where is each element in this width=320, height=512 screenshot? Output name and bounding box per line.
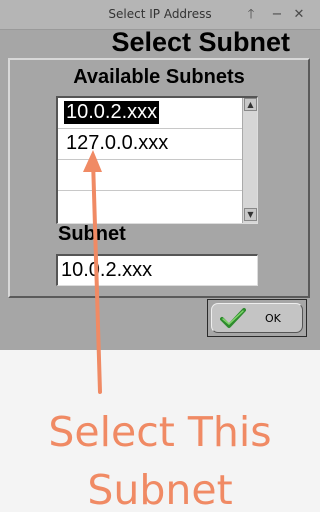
annotation-text: Select This Subnet [0,403,320,512]
annotation-line-1: Select This [48,408,272,456]
annotation-line-2: Subnet [87,466,233,512]
